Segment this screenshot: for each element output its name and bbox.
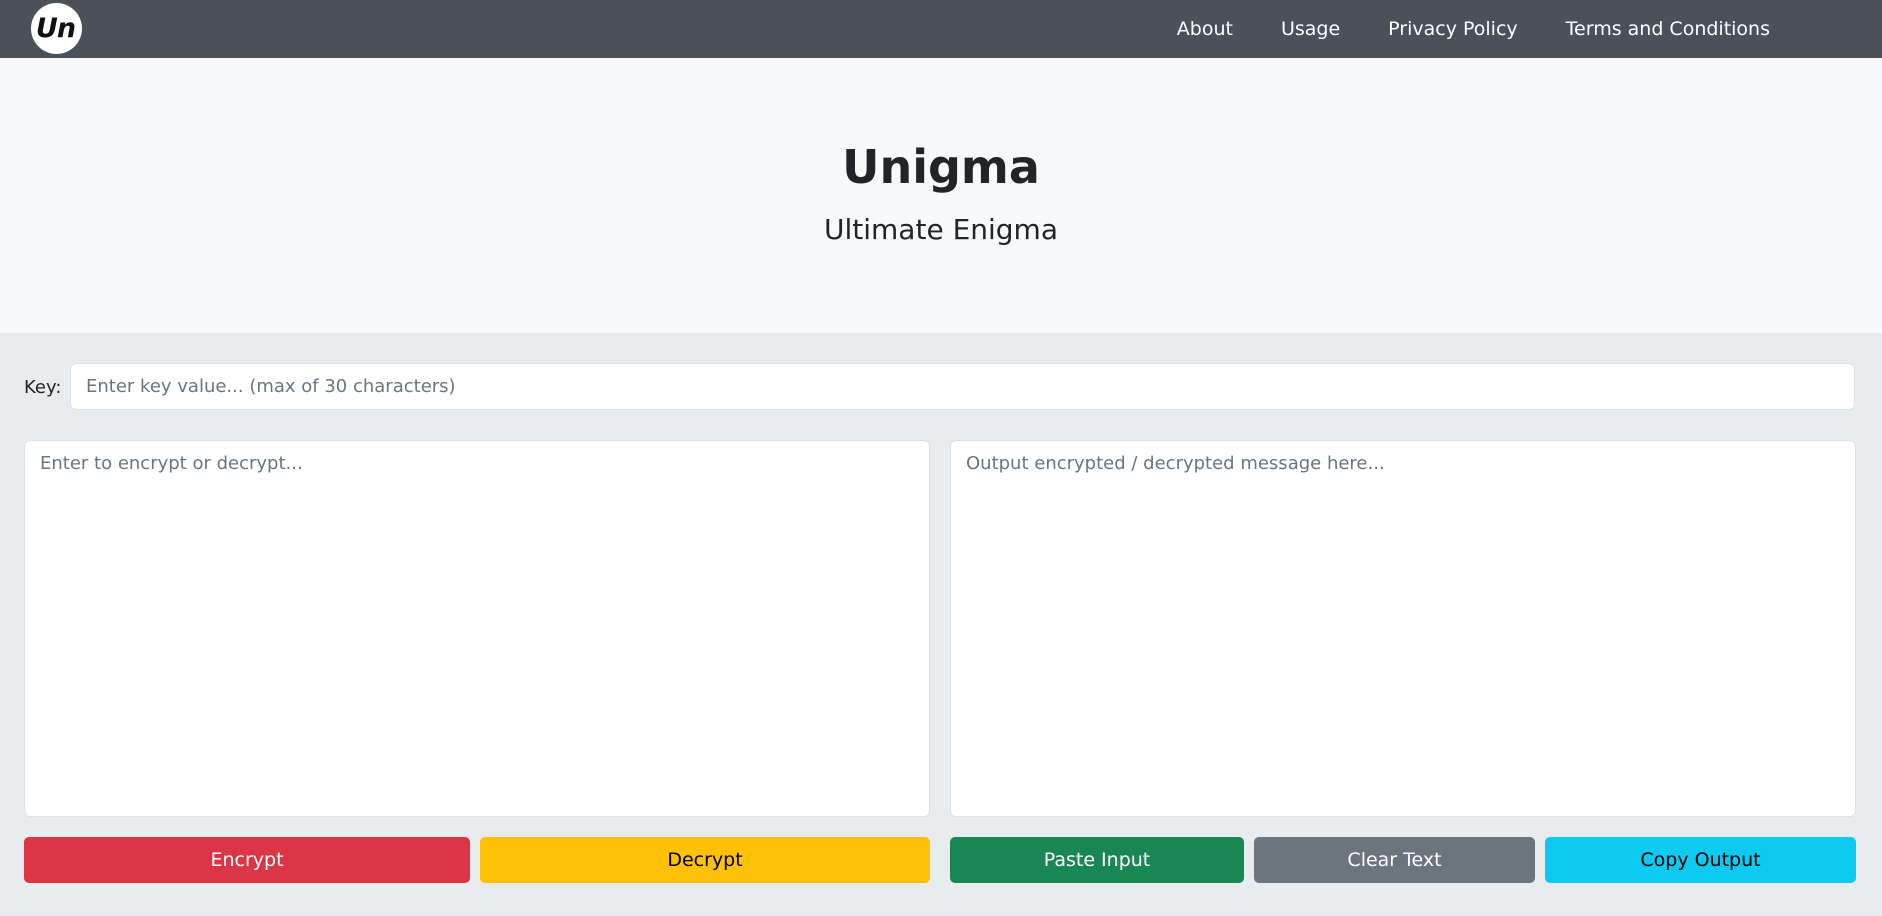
nav-links: About Usage Privacy Policy Terms and Con… <box>1129 0 1770 58</box>
hero-banner: Unigma Ultimate Enigma <box>0 58 1882 333</box>
page-subtitle: Ultimate Enigma <box>824 213 1058 246</box>
key-input[interactable] <box>70 363 1855 410</box>
clear-text-button[interactable]: Clear Text <box>1254 837 1535 883</box>
decrypt-button[interactable]: Decrypt <box>480 837 930 883</box>
nav-link-usage[interactable]: Usage <box>1281 18 1340 40</box>
key-label: Key: <box>24 377 62 398</box>
copy-output-button[interactable]: Copy Output <box>1545 837 1856 883</box>
logo-text: Un <box>35 13 76 44</box>
paste-input-button[interactable]: Paste Input <box>950 837 1244 883</box>
encrypt-button[interactable]: Encrypt <box>24 837 470 883</box>
cipher-workspace: Key: Encrypt Decrypt Paste Input Clear T… <box>0 333 1882 916</box>
unigma-logo[interactable]: Un <box>31 3 82 54</box>
message-input[interactable] <box>24 440 930 817</box>
message-output[interactable] <box>950 440 1856 817</box>
page-title: Unigma <box>842 140 1040 194</box>
nav-link-privacy-policy[interactable]: Privacy Policy <box>1388 18 1517 40</box>
nav-link-terms-and-conditions[interactable]: Terms and Conditions <box>1566 18 1770 40</box>
navbar: Un About Usage Privacy Policy Terms and … <box>0 0 1882 58</box>
nav-link-about[interactable]: About <box>1177 18 1233 40</box>
